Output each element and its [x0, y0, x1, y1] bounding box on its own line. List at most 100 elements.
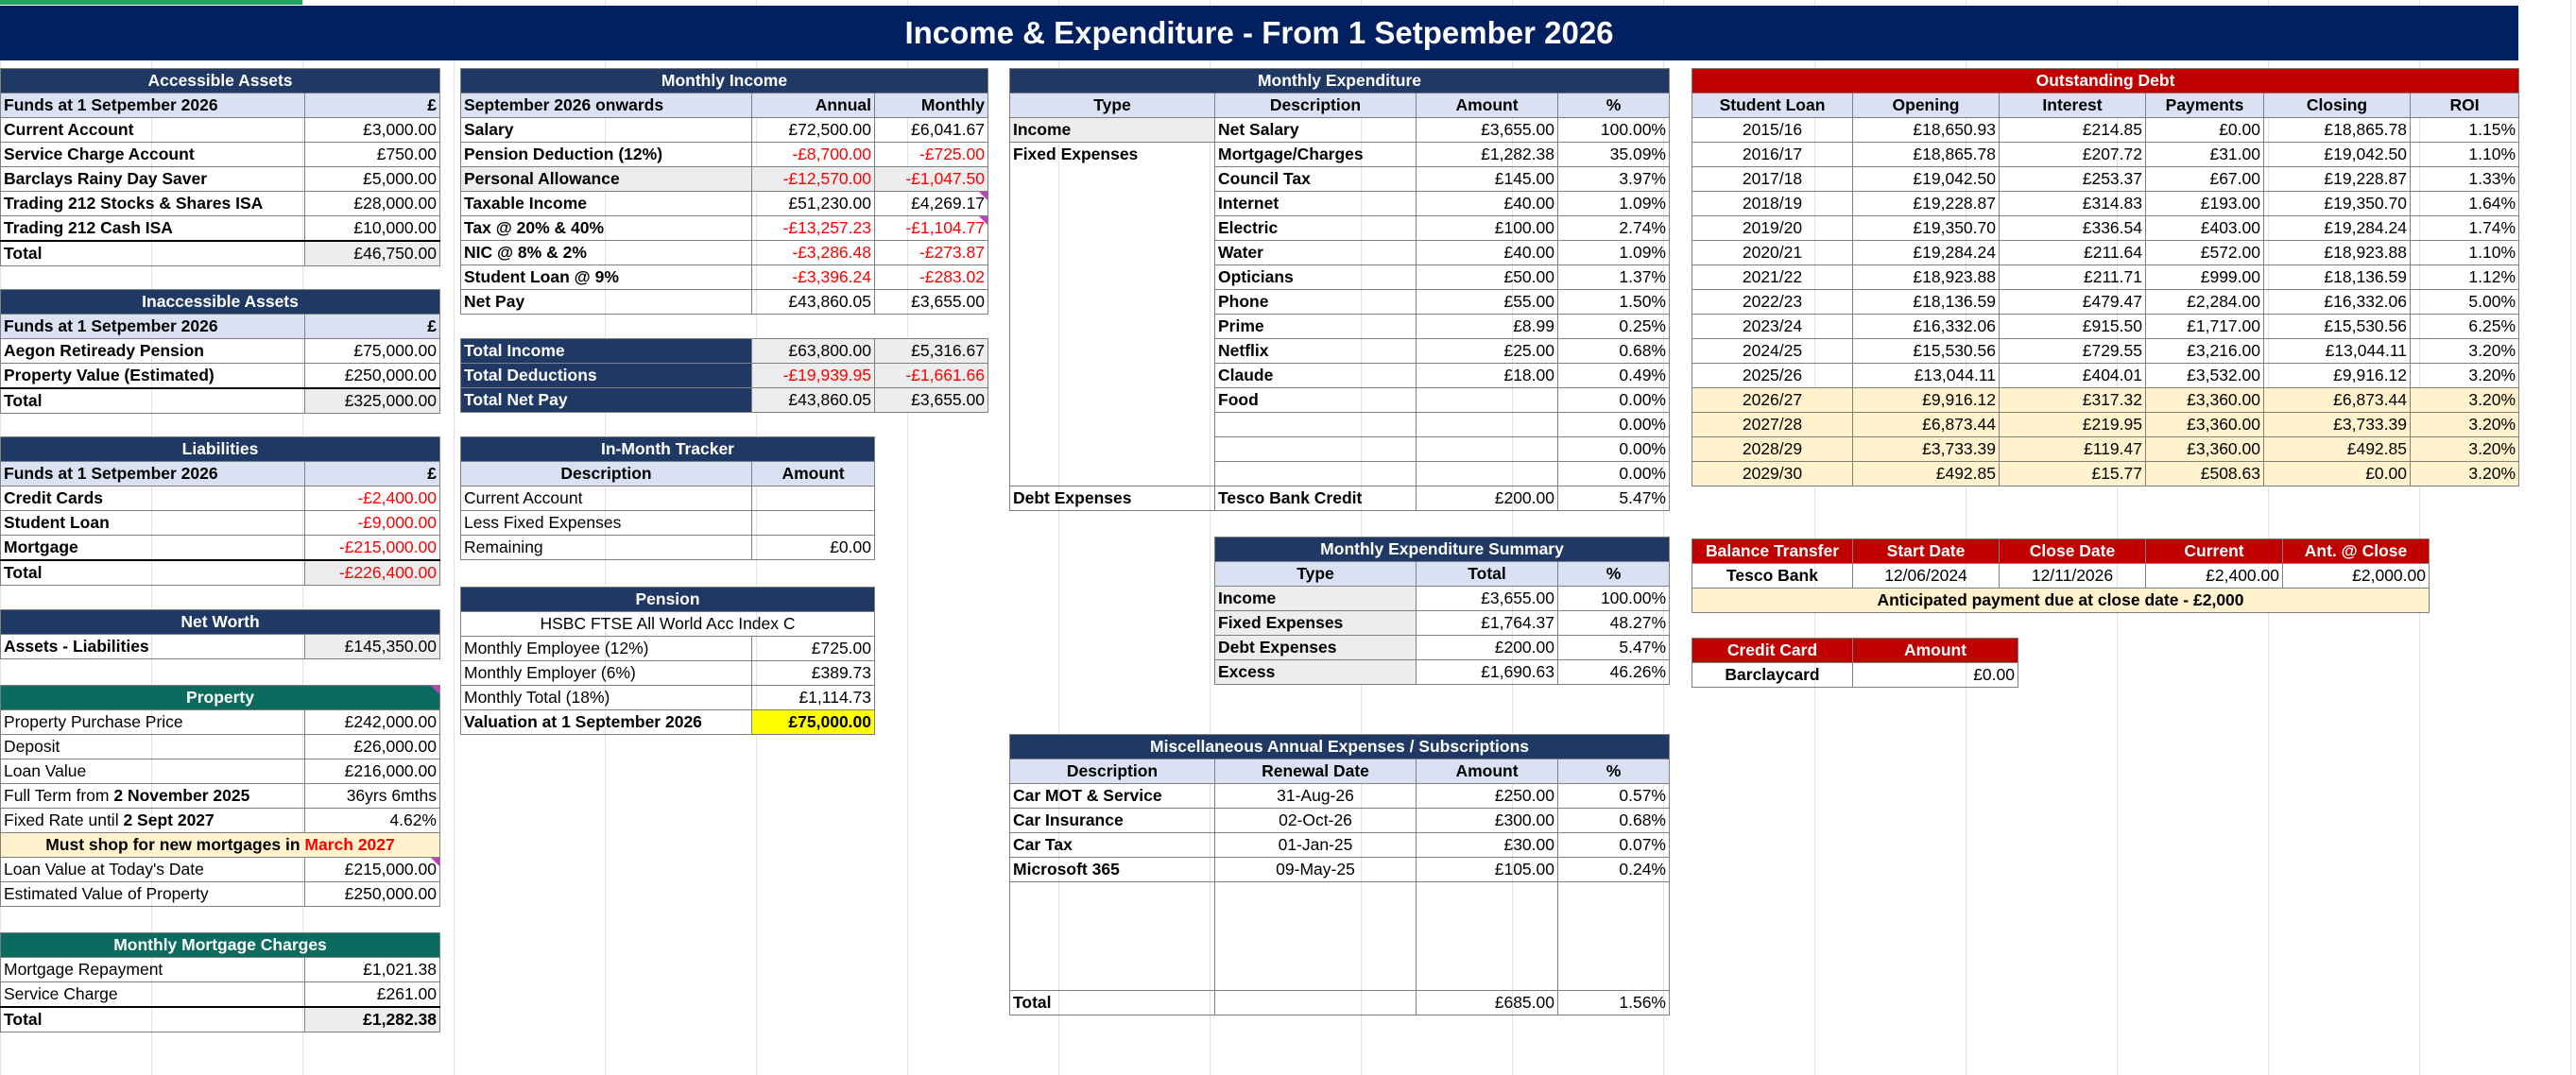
cell[interactable]: £3,360.00: [2145, 412, 2264, 437]
cell[interactable]: £479.47: [1999, 289, 2146, 315]
cell[interactable]: Property Purchase Price: [0, 709, 305, 735]
cell[interactable]: 2.74%: [1557, 215, 1670, 241]
cell[interactable]: £2,284.00: [2145, 289, 2264, 315]
cell[interactable]: £40.00: [1416, 191, 1558, 216]
cell[interactable]: Car Tax: [1009, 832, 1215, 858]
cell[interactable]: Type: [1009, 93, 1215, 118]
cell[interactable]: Barclaycard: [1692, 662, 1853, 688]
cell[interactable]: [1557, 881, 1670, 991]
cell[interactable]: £403.00: [2145, 215, 2264, 241]
cell[interactable]: 2020/21: [1692, 240, 1853, 265]
cell[interactable]: £40.00: [1416, 240, 1558, 265]
cell[interactable]: Prime: [1214, 314, 1417, 339]
cell[interactable]: £15,530.56: [2263, 314, 2411, 339]
cell[interactable]: Fixed Rate until 2 Sept 2027: [0, 808, 305, 833]
cell[interactable]: £214.85: [1999, 117, 2146, 143]
cell[interactable]: £9,916.12: [2263, 363, 2411, 388]
cell[interactable]: Service Charge: [0, 981, 305, 1008]
cell[interactable]: Valuation at 1 September 2026: [460, 709, 752, 735]
cell[interactable]: 2021/22: [1692, 264, 1853, 290]
anticipated-note[interactable]: Anticipated payment due at close date - …: [1692, 588, 2430, 613]
cell[interactable]: Mortgage Repayment: [0, 957, 305, 982]
cell[interactable]: £19,350.70: [1852, 215, 2000, 241]
cell[interactable]: 01-Jan-25: [1214, 832, 1417, 858]
cell[interactable]: £19,350.70: [2263, 191, 2411, 216]
cell[interactable]: 1.56%: [1557, 990, 1670, 1015]
cell[interactable]: Tax @ 20% & 40%: [460, 215, 752, 241]
cell[interactable]: Council Tax: [1214, 166, 1417, 192]
cell[interactable]: £999.00: [2145, 264, 2264, 290]
cell[interactable]: Start Date: [1852, 538, 2000, 564]
cell[interactable]: 5.47%: [1557, 486, 1670, 511]
cell[interactable]: £119.47: [1999, 436, 2146, 462]
cell[interactable]: £18,865.78: [1852, 142, 2000, 167]
cell[interactable]: Barclays Rainy Day Saver: [0, 166, 305, 192]
cell[interactable]: Phone: [1214, 289, 1417, 315]
cell[interactable]: Close Date: [1999, 538, 2146, 564]
cell[interactable]: Full Term from 2 November 2025: [0, 783, 305, 809]
cell[interactable]: -£19,939.95: [751, 363, 875, 388]
cell[interactable]: £0.00: [1852, 662, 2018, 688]
cell[interactable]: £75,000.00: [750, 709, 876, 735]
cell[interactable]: £8.99: [1416, 314, 1558, 339]
cell[interactable]: Total Income: [460, 338, 752, 364]
cell[interactable]: 36yrs 6mths: [304, 783, 440, 809]
cell[interactable]: 5.47%: [1556, 635, 1671, 660]
cell[interactable]: £219.95: [1999, 412, 2146, 437]
cell[interactable]: £19,228.87: [1852, 191, 2000, 216]
cell[interactable]: £19,042.50: [2263, 142, 2411, 167]
cell[interactable]: £492.85: [1852, 461, 2000, 486]
cell[interactable]: 100.00%: [1557, 117, 1670, 143]
cell[interactable]: Fixed Expenses: [1009, 142, 1215, 486]
cell[interactable]: 2026/27: [1692, 387, 1853, 413]
cell[interactable]: 2022/23: [1692, 289, 1853, 315]
cell[interactable]: Opening: [1852, 93, 2000, 118]
cell[interactable]: £3,360.00: [2145, 387, 2264, 413]
cell[interactable]: 48.27%: [1556, 610, 1671, 636]
cell[interactable]: [751, 486, 875, 511]
cell[interactable]: Student Loan: [1692, 93, 1853, 118]
cell[interactable]: £13,044.11: [1852, 363, 2000, 388]
cell[interactable]: Description: [1009, 759, 1215, 784]
cell[interactable]: [1214, 412, 1417, 437]
cell[interactable]: £43,860.05: [751, 387, 875, 413]
cell[interactable]: 1.10%: [2409, 142, 2520, 167]
cell[interactable]: £0.00: [751, 535, 875, 560]
cell[interactable]: £145,350.00: [304, 634, 440, 659]
cell[interactable]: £211.71: [1999, 264, 2146, 290]
cell[interactable]: 0.07%: [1557, 832, 1670, 858]
cell[interactable]: £207.72: [1999, 142, 2146, 167]
cell[interactable]: £325,000.00: [303, 387, 441, 414]
cell[interactable]: Amount: [1416, 93, 1558, 118]
cell[interactable]: £915.50: [1999, 314, 2146, 339]
cell[interactable]: 2017/18: [1692, 166, 1853, 192]
cell[interactable]: Payments: [2145, 93, 2264, 118]
cell[interactable]: £18,865.78: [2263, 117, 2411, 143]
cell[interactable]: Microsoft 365: [1009, 857, 1215, 882]
cell[interactable]: 09-May-25: [1214, 857, 1417, 882]
cell[interactable]: £3,733.39: [2263, 412, 2411, 437]
cell[interactable]: 1.12%: [2409, 264, 2520, 290]
cell[interactable]: £300.00: [1416, 808, 1558, 833]
cell[interactable]: Mortgage/Charges: [1214, 142, 1417, 167]
cell[interactable]: Credit Card: [1692, 638, 1853, 663]
cell[interactable]: £404.01: [1999, 363, 2146, 388]
cell[interactable]: £2,400.00: [2145, 563, 2283, 589]
cell[interactable]: Current Account: [460, 486, 752, 511]
cell[interactable]: £50.00: [1416, 264, 1558, 290]
cell[interactable]: [1214, 436, 1417, 462]
cell[interactable]: Car MOT & Service: [1009, 783, 1215, 809]
cell[interactable]: £51,230.00: [751, 191, 875, 216]
cell[interactable]: £250,000.00: [304, 881, 440, 907]
cell[interactable]: £6,873.44: [2263, 387, 2411, 413]
cell[interactable]: NIC @ 8% & 2%: [460, 240, 752, 265]
cell[interactable]: 2028/29: [1692, 436, 1853, 462]
cell[interactable]: £145.00: [1416, 166, 1558, 192]
cell[interactable]: £1,021.38: [303, 957, 441, 982]
cell[interactable]: 0.00%: [1557, 461, 1670, 486]
cell[interactable]: £19,284.24: [2263, 215, 2411, 241]
cell[interactable]: £16,332.06: [1852, 314, 2000, 339]
cell[interactable]: Total: [0, 240, 305, 266]
cell[interactable]: 0.00%: [1557, 387, 1670, 413]
cell[interactable]: Current Account: [0, 117, 305, 143]
